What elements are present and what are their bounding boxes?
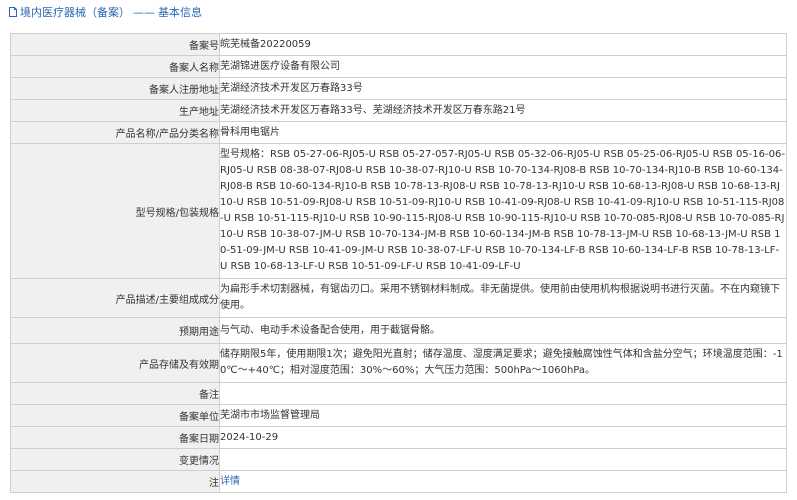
table-row-product-description: 产品描述/主要组成成分 为扁形手术切割器械，有锯齿刃口。采用不锈钢材料制成。非无… (10, 278, 787, 318)
row-value: 详情 (219, 470, 787, 493)
row-label: 产品存储及有效期 (10, 343, 220, 383)
table-row-storage-validity: 产品存储及有效期 储存期限5年，使用期限1次；避免阳光直射；储存温度、湿度满足要… (10, 343, 787, 383)
table-row-model-spec: 型号规格/包装规格 型号规格：RSB 05-27-06-RJ05-U RSB 0… (10, 143, 787, 279)
table-row-change-status: 变更情况 (10, 448, 787, 471)
title-separator: —— (133, 5, 155, 19)
row-label: 预期用途 (10, 317, 220, 344)
row-value: 芜湖经济技术开发区万春路33号 (219, 77, 787, 100)
row-value: 储存期限5年，使用期限1次；避免阳光直射；储存温度、湿度满足要求；避免接触腐蚀性… (219, 343, 787, 383)
row-value: 型号规格：RSB 05-27-06-RJ05-U RSB 05-27-057-R… (219, 143, 787, 279)
row-label: 型号规格/包装规格 (10, 143, 220, 279)
row-label: 备案号 (10, 33, 220, 56)
row-value: 与气动、电动手术设备配合使用，用于截锯骨骼。 (219, 317, 787, 344)
row-label: 备案日期 (10, 426, 220, 449)
table-row-filing-unit: 备案单位 芜湖市市场监督管理局 (10, 404, 787, 427)
page-subtitle: 基本信息 (158, 6, 202, 19)
details-link[interactable]: 详情 (220, 476, 240, 487)
row-value: 2024-10-29 (219, 426, 787, 449)
table-row-note: 注 详情 (10, 470, 787, 493)
row-value: 为扁形手术切割器械，有锯齿刃口。采用不锈钢材料制成。非无菌提供。使用前由使用机构… (219, 278, 787, 318)
table-row-remarks: 备注 (10, 382, 787, 405)
row-value (219, 382, 787, 405)
table-row-filer-address: 备案人注册地址 芜湖经济技术开发区万春路33号 (10, 77, 787, 100)
row-label: 备案人名称 (10, 55, 220, 78)
row-label: 产品名称/产品分类名称 (10, 121, 220, 144)
table-row-filer-name: 备案人名称 芜湖锦进医疗设备有限公司 (10, 55, 787, 78)
page-header: 境内医疗器械（备案） —— 基本信息 (0, 0, 797, 24)
row-value: 骨科用电锯片 (219, 121, 787, 144)
document-icon (9, 7, 17, 17)
section-title: 境内医疗器械（备案） (20, 6, 130, 19)
row-value (219, 448, 787, 471)
table-row-intended-use: 预期用途 与气动、电动手术设备配合使用，用于截锯骨骼。 (10, 317, 787, 344)
row-label: 备注 (10, 382, 220, 405)
row-label: 注 (10, 470, 220, 493)
row-label: 备案人注册地址 (10, 77, 220, 100)
info-table: 备案号 皖芜械备20220059 备案人名称 芜湖锦进医疗设备有限公司 备案人注… (10, 33, 787, 493)
table-row-filing-number: 备案号 皖芜械备20220059 (10, 33, 787, 56)
row-value: 芜湖市市场监督管理局 (219, 404, 787, 427)
row-label: 产品描述/主要组成成分 (10, 278, 220, 318)
row-value: 皖芜械备20220059 (219, 33, 787, 56)
table-row-production-address: 生产地址 芜湖经济技术开发区万春路33号、芜湖经济技术开发区万春东路21号 (10, 99, 787, 122)
row-label: 生产地址 (10, 99, 220, 122)
row-label: 备案单位 (10, 404, 220, 427)
row-label: 变更情况 (10, 448, 220, 471)
row-value: 芜湖经济技术开发区万春路33号、芜湖经济技术开发区万春东路21号 (219, 99, 787, 122)
row-value: 芜湖锦进医疗设备有限公司 (219, 55, 787, 78)
table-row-filing-date: 备案日期 2024-10-29 (10, 426, 787, 449)
table-row-product-name: 产品名称/产品分类名称 骨科用电锯片 (10, 121, 787, 144)
